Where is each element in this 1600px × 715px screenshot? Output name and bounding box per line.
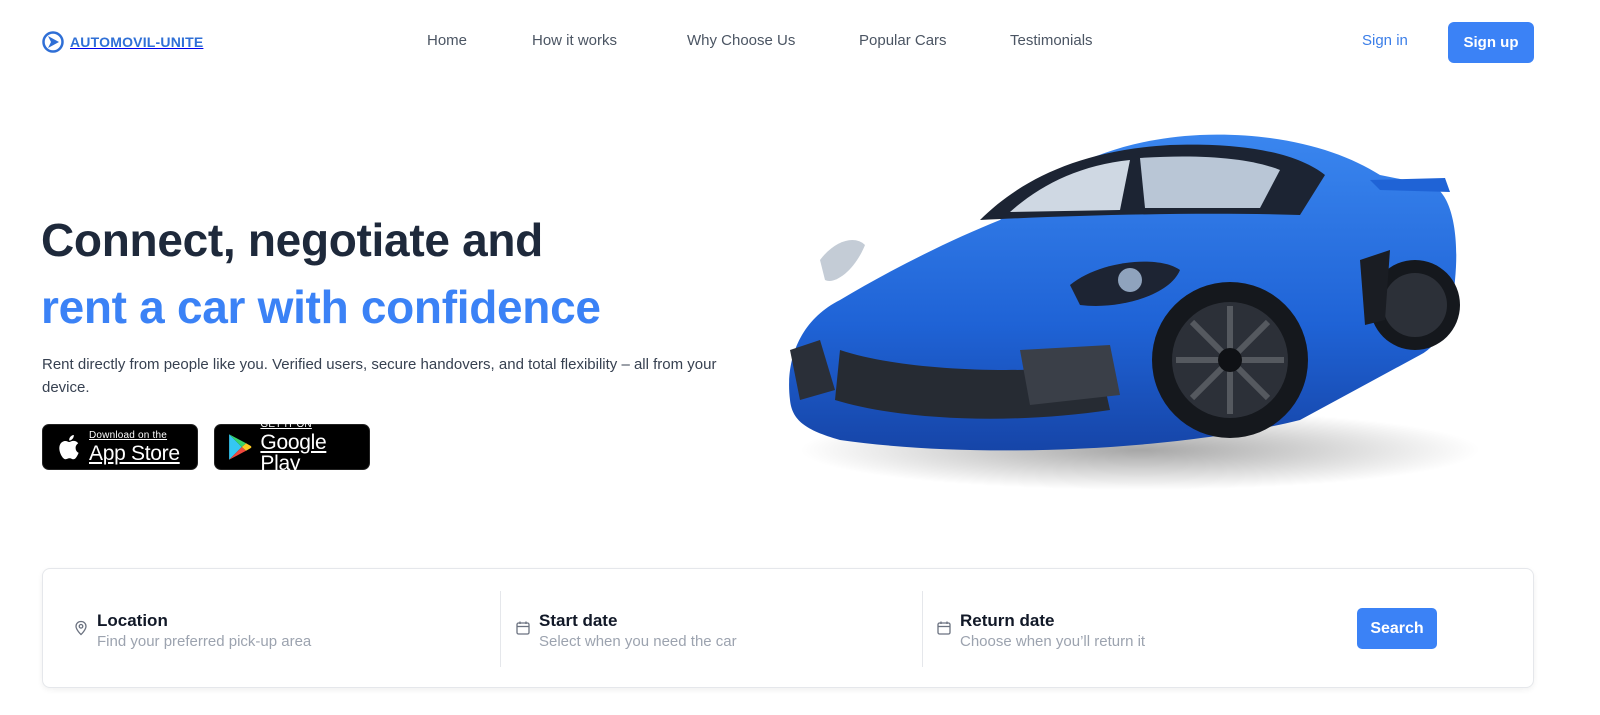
sign-in-link[interactable]: Sign in <box>1362 32 1408 49</box>
search-button[interactable]: Search <box>1357 608 1437 649</box>
location-label: Location <box>97 611 168 630</box>
site-header: AUTOMOVIL-UNITE Home How it works Why Ch… <box>0 0 1600 86</box>
nav-item-home[interactable]: Home <box>427 32 467 49</box>
app-store-small-text: Download on the <box>89 429 168 441</box>
divider <box>922 591 923 667</box>
start-date-field[interactable]: Start date <box>515 591 915 667</box>
app-store-button[interactable]: Download on the App Store <box>42 424 198 470</box>
google-play-big-text: Google Play <box>260 431 327 475</box>
return-date-label: Return date <box>960 611 1055 630</box>
calendar-icon <box>516 621 530 635</box>
sign-up-button[interactable]: Sign up <box>1448 22 1534 63</box>
hero-title-line1: Connect, negotiate and <box>41 214 543 266</box>
start-date-label: Start date <box>539 611 618 630</box>
hero-subtitle: Rent directly from people like you. Veri… <box>42 356 717 396</box>
google-play-icon <box>229 434 252 460</box>
app-store-big-text: App Store <box>89 441 180 465</box>
hero-car-image <box>789 134 1480 490</box>
search-panel: Location Start date Return date Search <box>42 568 1534 688</box>
location-input[interactable] <box>97 633 417 650</box>
return-date-input[interactable] <box>960 633 1280 650</box>
map-pin-icon <box>75 620 87 636</box>
apple-icon <box>59 435 79 460</box>
divider <box>500 591 501 667</box>
google-play-small-text: GET IT ON <box>260 419 312 430</box>
main-nav: Home How it works Why Choose Us Popular … <box>0 32 1600 54</box>
start-date-input[interactable] <box>539 633 859 650</box>
google-play-text: GET IT ON Google Play <box>260 419 369 475</box>
nav-item-why-choose-us[interactable]: Why Choose Us <box>687 32 795 49</box>
app-store-text: Download on the App Store <box>89 429 180 465</box>
return-date-field[interactable]: Return date <box>936 591 1336 667</box>
calendar-icon <box>937 621 951 635</box>
hero-title-line2: rent a car with confidence <box>41 281 601 333</box>
google-play-button[interactable]: GET IT ON Google Play <box>214 420 370 474</box>
nav-item-popular-cars[interactable]: Popular Cars <box>859 32 947 49</box>
nav-item-testimonials[interactable]: Testimonials <box>1010 32 1093 49</box>
location-field[interactable]: Location <box>73 591 473 667</box>
nav-item-how-it-works[interactable]: How it works <box>532 32 617 49</box>
